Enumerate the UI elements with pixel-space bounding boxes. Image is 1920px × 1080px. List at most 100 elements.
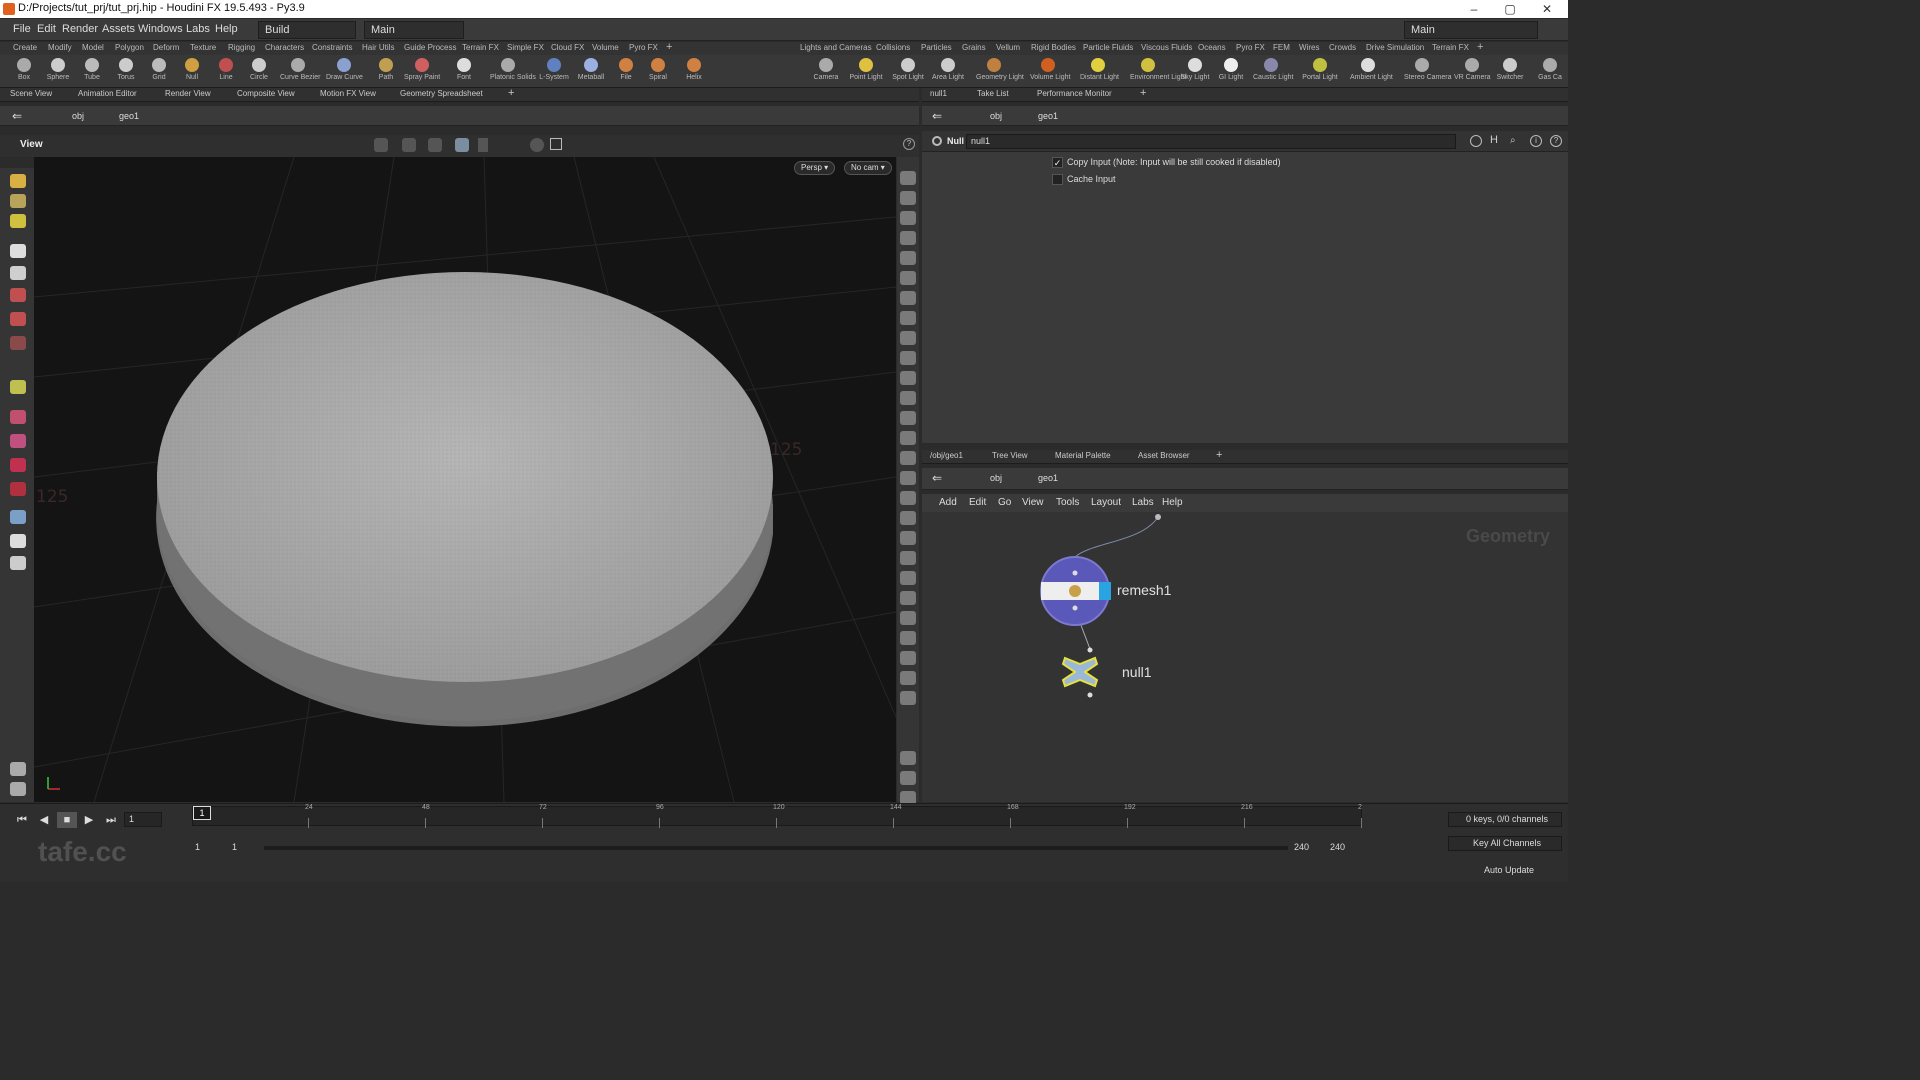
net-menu-go[interactable]: Go xyxy=(998,497,1011,508)
minimize-button[interactable]: – xyxy=(1460,0,1488,18)
display-option-icon[interactable] xyxy=(900,291,916,305)
display-option-icon[interactable] xyxy=(900,371,916,385)
add-tab-icon[interactable]: + xyxy=(508,87,514,99)
display-option-icon[interactable] xyxy=(900,331,916,345)
display-option-icon[interactable] xyxy=(900,571,916,585)
magnet-icon[interactable] xyxy=(10,458,26,472)
help-icon[interactable]: ? xyxy=(1550,135,1562,147)
arrow-tool-icon[interactable] xyxy=(10,244,26,258)
shelf-tool[interactable]: Tube xyxy=(74,55,110,88)
camera-icon[interactable] xyxy=(530,138,544,152)
right-desktop-selector[interactable]: Main xyxy=(1404,21,1538,39)
range-start[interactable]: 1 xyxy=(195,842,200,852)
shelf-tool[interactable]: Caustic Light xyxy=(1253,55,1293,88)
shelf-tab[interactable]: Polygon xyxy=(115,43,144,52)
shelf-tab[interactable]: Particle Fluids xyxy=(1083,43,1133,52)
menu-labs[interactable]: Labs xyxy=(186,23,210,35)
add-tab-icon[interactable]: + xyxy=(1216,449,1222,461)
view-tool-icon[interactable] xyxy=(10,510,26,524)
display-option-icon[interactable] xyxy=(900,471,916,485)
tab-scene-view[interactable]: Scene View xyxy=(10,89,52,98)
net-menu-add[interactable]: Add xyxy=(939,497,957,508)
shelf-tab[interactable]: Particles xyxy=(921,43,952,52)
shelf-tool[interactable]: Area Light xyxy=(930,55,966,88)
tab-geometry-spreadsheet[interactable]: Geometry Spreadsheet xyxy=(400,89,483,98)
shelf-tab[interactable]: Terrain FX xyxy=(1432,43,1469,52)
display-option-icon[interactable] xyxy=(900,231,916,245)
display-option-icon[interactable] xyxy=(900,651,916,665)
display-option-icon[interactable] xyxy=(900,191,916,205)
shelf-tool[interactable]: Spiral xyxy=(640,55,676,88)
range-end[interactable]: 240 xyxy=(1294,842,1309,852)
shelf-tool[interactable]: Helix xyxy=(676,55,712,88)
menu-render[interactable]: Render xyxy=(62,23,98,35)
tab-take-list[interactable]: Take List xyxy=(977,89,1009,98)
shelf-tool[interactable]: Path xyxy=(368,55,404,88)
display-option-icon[interactable] xyxy=(900,551,916,565)
3d-viewport[interactable]: 125 125 Persp ▾ No cam ▾ xyxy=(34,157,896,802)
shelf-tab[interactable]: Model xyxy=(82,43,104,52)
range-slider[interactable] xyxy=(264,846,1288,850)
shelf-tool[interactable]: Null xyxy=(174,55,210,88)
frame-field[interactable]: 1 xyxy=(124,812,162,827)
shelf-tool[interactable]: Ambient Light xyxy=(1350,55,1393,88)
desktop-selector[interactable]: Build xyxy=(258,21,356,39)
tool-icon[interactable] xyxy=(10,312,26,326)
network-editor[interactable]: Geometry remesh1 null1 xyxy=(922,512,1568,802)
tab-motion-fx-view[interactable]: Motion FX View xyxy=(320,89,376,98)
menu-windows[interactable]: Windows xyxy=(138,23,183,35)
shelf-tool[interactable]: Font xyxy=(446,55,482,88)
magnet-icon[interactable] xyxy=(10,482,26,496)
close-button[interactable]: ✕ xyxy=(1533,0,1561,18)
shelf-tool[interactable]: VR Camera xyxy=(1454,55,1491,88)
shelf-tab[interactable]: Terrain FX xyxy=(462,43,499,52)
display-option-icon[interactable] xyxy=(900,411,916,425)
shelf-tab[interactable]: Constraints xyxy=(312,43,352,52)
shelf-tab[interactable]: Pyro FX xyxy=(629,43,658,52)
null-node-label[interactable]: null1 xyxy=(1122,664,1152,680)
node-input-dot[interactable] xyxy=(1072,570,1078,576)
tab-tree-view[interactable]: Tree View xyxy=(992,451,1028,460)
remesh-node-label[interactable]: remesh1 xyxy=(1117,582,1171,598)
tab-render-view[interactable]: Render View xyxy=(165,89,211,98)
shelf-tab[interactable]: Collisions xyxy=(876,43,910,52)
tab-network[interactable]: /obj/geo1 xyxy=(930,451,963,460)
play-button[interactable]: ▶ xyxy=(79,812,99,828)
display-option-icon[interactable] xyxy=(900,491,916,505)
net-menu-labs[interactable]: Labs xyxy=(1132,497,1154,508)
shelf-tool[interactable]: Spot Light xyxy=(890,55,926,88)
snap-prim-icon[interactable] xyxy=(428,138,442,152)
display-option-icon[interactable] xyxy=(900,211,916,225)
shelf-tool[interactable]: Curve Bezier xyxy=(280,55,320,88)
shelf-tab[interactable]: Rigid Bodies xyxy=(1031,43,1076,52)
gear-icon[interactable] xyxy=(1470,135,1482,147)
stop-button[interactable]: ■ xyxy=(57,812,77,828)
shelf-tab[interactable]: Drive Simulation xyxy=(1366,43,1424,52)
display-option-icon[interactable] xyxy=(900,671,916,685)
path-obj[interactable]: obj xyxy=(990,109,1002,123)
key-all-channels-menu[interactable]: Key All Channels xyxy=(1448,836,1562,851)
display-option-icon[interactable] xyxy=(900,311,916,325)
display-option-icon[interactable] xyxy=(900,351,916,365)
tab-asset-browser[interactable]: Asset Browser xyxy=(1138,451,1190,460)
shelf-tool[interactable]: Platonic Solids xyxy=(490,55,536,88)
back-arrow-icon[interactable]: ⇐ xyxy=(12,109,22,123)
current-frame-marker[interactable]: 1 xyxy=(193,806,211,820)
shelf-tool[interactable]: Geometry Light xyxy=(976,55,1024,88)
add-shelf-icon[interactable]: + xyxy=(1477,41,1483,53)
shelf-tool[interactable]: Switcher xyxy=(1492,55,1528,88)
jump-start-button[interactable]: ⏮ xyxy=(12,812,32,828)
shelf-tool[interactable]: Torus xyxy=(108,55,144,88)
help-icon[interactable]: ? xyxy=(903,138,915,150)
shelf-tab[interactable]: Characters xyxy=(265,43,304,52)
display-option-icon[interactable] xyxy=(900,451,916,465)
add-tab-icon[interactable]: + xyxy=(1140,87,1146,99)
shelf-tab[interactable]: Vellum xyxy=(996,43,1020,52)
display-option-icon[interactable] xyxy=(900,631,916,645)
shelf-tab[interactable]: FEM xyxy=(1273,43,1290,52)
tool-icon[interactable] xyxy=(10,782,26,796)
display-option-icon[interactable] xyxy=(900,691,916,705)
net-menu-help[interactable]: Help xyxy=(1162,497,1183,508)
shelf-tab[interactable]: Grains xyxy=(962,43,986,52)
display-option-icon[interactable] xyxy=(900,251,916,265)
